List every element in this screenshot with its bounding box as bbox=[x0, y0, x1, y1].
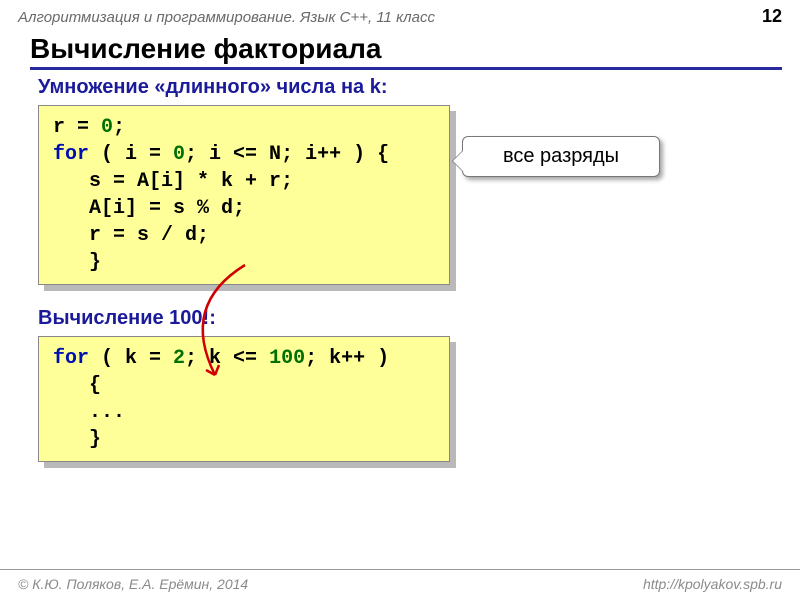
callout-all-digits: все разряды bbox=[462, 136, 660, 177]
slide-title: Вычисление факториала bbox=[30, 33, 782, 70]
section1-heading: Умножение «длинного» числа на k: bbox=[38, 76, 800, 99]
codebox-factorial: for ( k = 2; k <= 100; k++ ) { ... } bbox=[38, 336, 450, 462]
footer-bar: © К.Ю. Поляков, Е.А. Ерёмин, 2014 http:/… bbox=[0, 569, 800, 600]
page-number: 12 bbox=[762, 6, 782, 27]
header-bar: Алгоритмизация и программирование. Язык … bbox=[0, 0, 800, 31]
footer-copyright: © К.Ю. Поляков, Е.А. Ерёмин, 2014 bbox=[18, 576, 248, 592]
footer-url: http://kpolyakov.spb.ru bbox=[643, 576, 782, 592]
codebox-multiply: r = 0; for ( i = 0; i <= N; i++ ) { s = … bbox=[38, 105, 450, 285]
course-title: Алгоритмизация и программирование. Язык … bbox=[18, 9, 435, 26]
callout-text: все разряды bbox=[503, 145, 619, 167]
section2-heading: Вычисление 100!: bbox=[38, 307, 800, 330]
